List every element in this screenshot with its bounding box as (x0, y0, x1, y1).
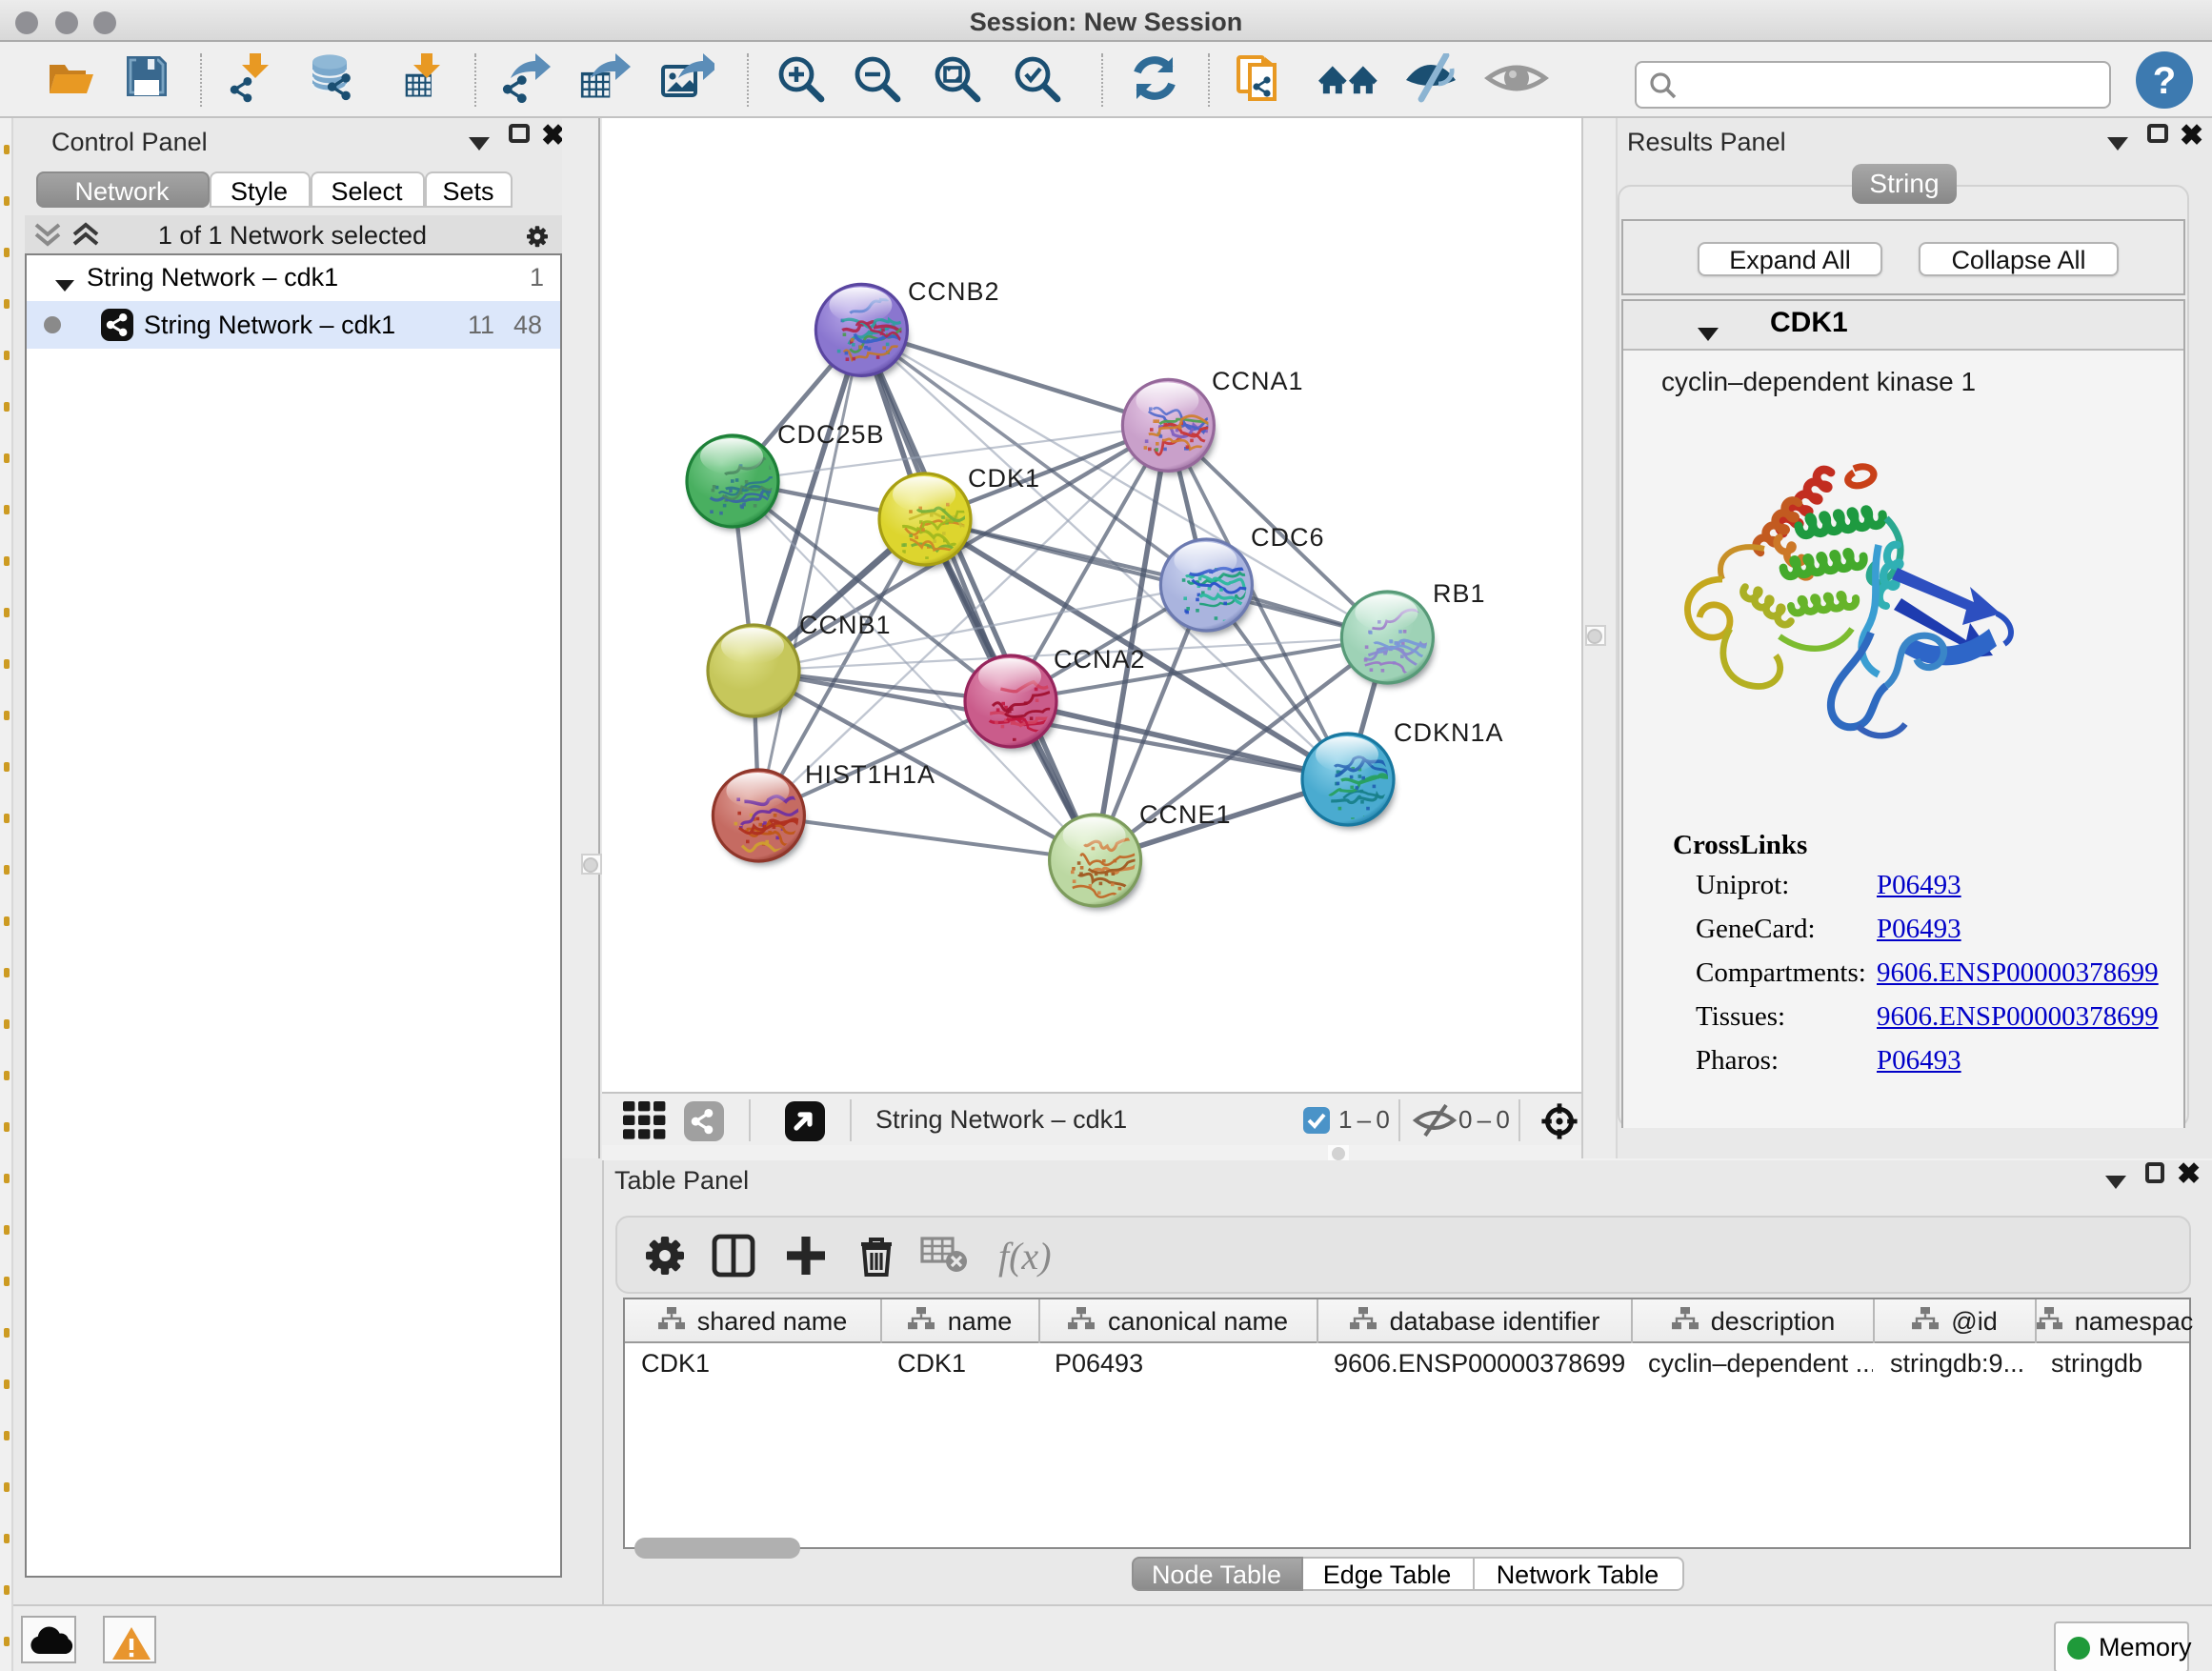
svg-text:CCNB1: CCNB1 (798, 611, 891, 639)
svg-text:RB1: RB1 (1432, 579, 1485, 608)
svg-text:CCNA1: CCNA1 (1211, 367, 1303, 395)
svg-text:?: ? (2153, 59, 2176, 101)
svg-text:CDK1: CDK1 (967, 464, 1039, 493)
svg-text:CCNE1: CCNE1 (1138, 800, 1231, 829)
svg-text:CDC6: CDC6 (1250, 523, 1324, 552)
svg-text:CDKN1A: CDKN1A (1393, 718, 1503, 747)
svg-text:CDC25B: CDC25B (776, 420, 884, 449)
svg-text:HIST1H1A: HIST1H1A (804, 760, 935, 789)
svg-text:CCNA2: CCNA2 (1053, 645, 1145, 674)
svg-text:f(x): f(x) (997, 1235, 1051, 1278)
svg-text:CCNB2: CCNB2 (907, 277, 999, 306)
